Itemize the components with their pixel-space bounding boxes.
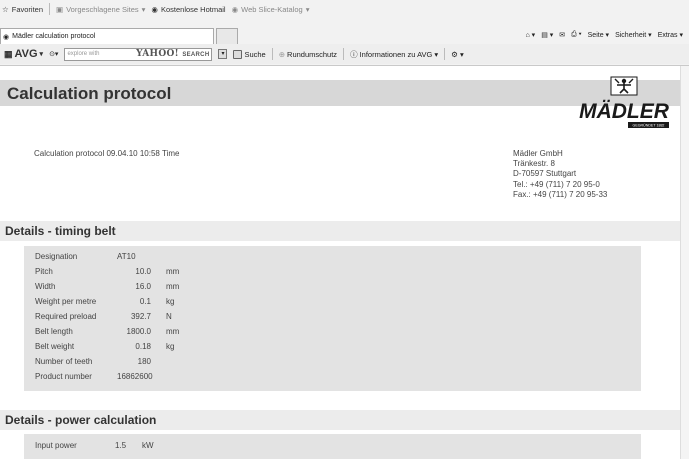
tools-menu[interactable]: Extras ▾ — [658, 31, 683, 39]
command-bar: ⌂ ▾ ▤ ▾ ✉ ⎙ ▾ Seite ▾ Sicherheit ▾ Extra… — [526, 31, 684, 39]
favorites-bar: ☆ Favoriten ▣ Vorgeschlagene Sites ▾ ◉ K… — [0, 0, 689, 18]
avg-search-scope[interactable]: ⊙▾ — [49, 50, 58, 58]
page-title: Calculation protocol — [7, 84, 172, 103]
ie-page-icon: ◉ — [231, 4, 239, 14]
chevron-down-icon: ▾ — [39, 51, 44, 58]
power-calculation-section-title: Details - power calculation — [5, 413, 157, 427]
search-input[interactable]: explore with YAHOO! SEARCH — [64, 47, 213, 61]
vertical-scrollbar[interactable] — [680, 66, 689, 459]
chevron-down-icon: ▾ — [141, 4, 146, 14]
avg-info-button[interactable]: ⓘ Informationen zu AVG ▾ — [350, 49, 438, 60]
company-address: Mädler GmbH Tränkestr. 8 D-70597 Stuttga… — [513, 149, 607, 200]
hotmail-link[interactable]: ◉ Kostenlose Hotmail — [151, 5, 225, 14]
protocol-line: Calculation protocol 09.04.10 10:58 Time — [34, 149, 180, 158]
suggested-sites-link[interactable]: ▣ Vorgeschlagene Sites ▾ — [56, 5, 145, 14]
company-name: Mädler GmbH — [513, 149, 563, 158]
ie-page-icon: ◉ — [3, 33, 10, 41]
company-fax: Fax.: +49 (711) 7 20 95-33 — [513, 189, 608, 199]
search-dropdown[interactable]: ▾ — [218, 49, 228, 59]
avg-toolbar: ▦ AVG ▾ ⊙▾ explore with YAHOO! SEARCH ▾ … — [0, 44, 689, 64]
new-tab-button[interactable] — [216, 28, 238, 44]
yahoo-logo: YAHOO! SEARCH — [136, 49, 210, 59]
feeds-icon[interactable]: ▤ ▾ — [541, 31, 553, 39]
info-icon: ⓘ — [350, 49, 358, 59]
company-street: Tränkestr. 8 — [513, 159, 555, 169]
link-protection-button[interactable]: ⊕ Rundumschutz — [279, 50, 337, 59]
maedler-logo: MÄDLER GEGRÜNDET 1882 — [579, 76, 670, 128]
separator — [444, 48, 446, 60]
svg-text:MÄDLER: MÄDLER — [579, 100, 670, 123]
company-tel: Tel.: +49 (711) 7 20 95-0 — [513, 179, 600, 189]
page-icon: ▣ — [56, 4, 64, 14]
power-calculation-table: Input power 1.5 kW — [24, 434, 641, 459]
svg-text:GEGRÜNDET 1882: GEGRÜNDET 1882 — [633, 124, 665, 128]
tab-row: ◉ Mädler calculation protocol ⌂ ▾ ▤ ▾ ✉ … — [0, 18, 689, 44]
avg-menu[interactable]: ▦ AVG ▾ — [4, 48, 43, 60]
chevron-down-icon: ▾ — [305, 4, 310, 14]
avg-logo-icon: ▦ — [4, 48, 13, 59]
tab-active[interactable]: ◉ Mädler calculation protocol — [0, 28, 214, 44]
star-icon: ☆ — [2, 4, 9, 14]
home-icon[interactable]: ⌂ ▾ — [526, 31, 536, 39]
search-icon — [233, 49, 243, 59]
settings-menu[interactable]: ⚙ ▾ — [451, 50, 464, 59]
chevron-down-icon: ▾ — [434, 49, 439, 59]
browser-chrome: ☆ Favoriten ▣ Vorgeschlagene Sites ▾ ◉ K… — [0, 0, 689, 66]
separator — [49, 3, 50, 15]
print-icon[interactable]: ⎙ ▾ — [571, 31, 582, 39]
safety-menu[interactable]: Sicherheit ▾ — [615, 31, 652, 39]
mail-icon[interactable]: ✉ — [559, 31, 565, 39]
ie-page-icon: ◉ — [151, 4, 158, 14]
separator — [343, 48, 345, 60]
company-city: D-70597 Stuttgart — [513, 169, 577, 179]
web-slice-gallery-link[interactable]: ◉ Web Slice-Katalog ▾ — [232, 5, 310, 14]
timing-belt-table: Designation AT10 Pitch 10.0 mm Width 16.0 mm … — [24, 246, 641, 391]
timing-belt-section-title: Details - timing belt — [5, 224, 116, 238]
separator — [271, 48, 273, 60]
shield-icon: ⊕ — [278, 49, 286, 59]
favorites-button[interactable]: ☆ Favoriten — [2, 5, 43, 14]
page-menu[interactable]: Seite ▾ — [588, 31, 609, 39]
search-button[interactable]: Suche — [233, 49, 266, 59]
